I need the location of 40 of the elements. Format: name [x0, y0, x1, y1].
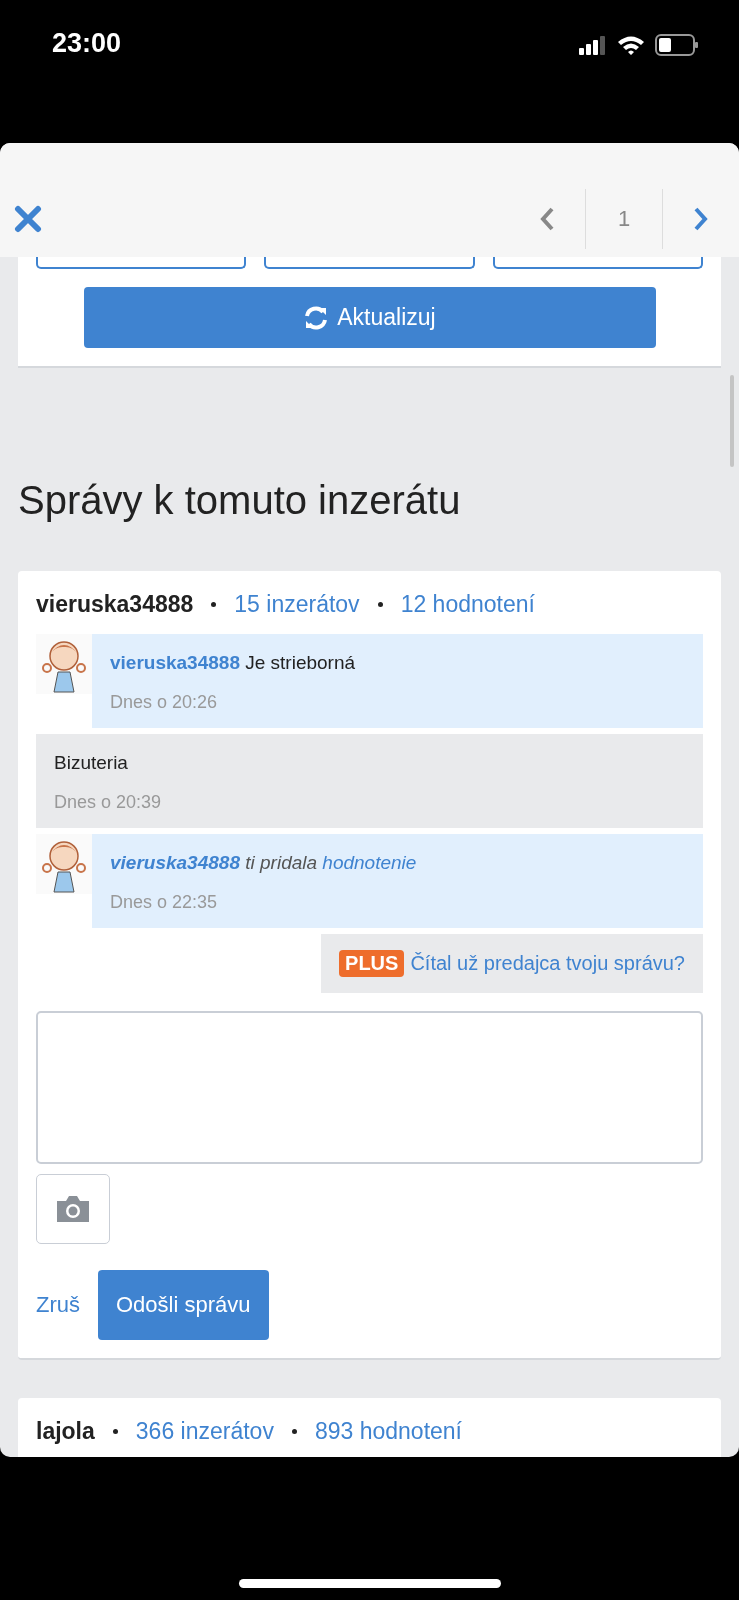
outlined-button[interactable] — [264, 257, 475, 269]
photo-button[interactable] — [36, 1174, 110, 1244]
outlined-button[interactable] — [36, 257, 247, 269]
close-icon[interactable] — [14, 205, 42, 233]
message-input[interactable] — [36, 1011, 703, 1164]
rating-link[interactable]: hodnotenie — [322, 852, 417, 873]
username: lajola — [36, 1418, 95, 1445]
message-text: vieruska34888 Je strieborná — [110, 652, 357, 674]
separator-dot — [291, 1429, 297, 1434]
refresh-button[interactable]: Aktualizuj — [83, 287, 656, 348]
message-text: vieruska34888 ti pridala hodnotenie — [110, 852, 418, 874]
wifi-icon — [617, 35, 645, 55]
separator-dot — [112, 1429, 118, 1434]
cancel-link[interactable]: Zruš — [36, 1292, 80, 1318]
chevron-left-icon — [539, 206, 555, 232]
battery-icon — [655, 34, 699, 56]
status-time: 23:00 — [52, 28, 122, 59]
avatar-icon — [36, 634, 92, 694]
chevron-right-icon — [693, 206, 709, 232]
message-time: Dnes o 20:26 — [110, 692, 219, 713]
send-button[interactable]: Odošli správu — [98, 1270, 269, 1340]
read-receipt-link[interactable]: Čítal už predajca tvoju správu? — [410, 952, 685, 975]
message-text: Bizuteria — [54, 752, 129, 774]
signal-icon — [579, 35, 607, 55]
avatar-icon — [36, 834, 92, 894]
refresh-icon — [303, 304, 330, 331]
message-time: Dnes o 22:35 — [110, 892, 219, 913]
username: vieruska34888 — [36, 591, 194, 618]
page-number: 1 — [585, 189, 663, 249]
ratings-link[interactable]: 893 hodnotení — [314, 1418, 462, 1445]
message-time: Dnes o 20:39 — [54, 792, 163, 813]
outlined-button[interactable] — [492, 257, 703, 269]
section-heading: Správy k tomuto inzerátu — [18, 478, 462, 523]
ratings-link[interactable]: 12 hodnotení — [400, 591, 535, 618]
listings-link[interactable]: 15 inzerátov — [234, 591, 360, 618]
separator-dot — [377, 602, 383, 607]
camera-icon — [54, 1194, 92, 1224]
separator-dot — [211, 602, 217, 607]
listings-link[interactable]: 366 inzerátov — [135, 1418, 274, 1445]
plus-badge: PLUS — [339, 950, 405, 977]
